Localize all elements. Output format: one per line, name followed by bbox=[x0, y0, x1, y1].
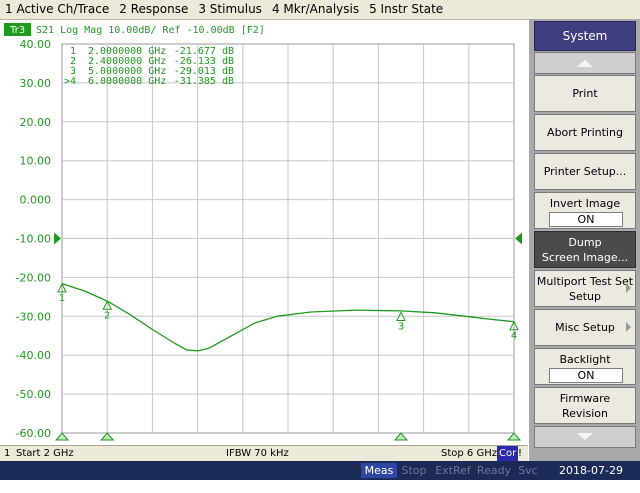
marker-label: 1 bbox=[59, 293, 65, 304]
y-tick-label: 10.00 bbox=[20, 155, 52, 168]
status-ready: Ready bbox=[476, 464, 512, 477]
marker-label: 3 bbox=[398, 321, 404, 332]
backlight-button[interactable]: Backlight ON bbox=[534, 348, 636, 385]
print-button[interactable]: Print bbox=[534, 75, 636, 112]
ref-level-right-icon bbox=[515, 232, 522, 245]
y-tick-label: -10.00 bbox=[16, 233, 51, 246]
dump-label-line1: Dump bbox=[568, 236, 602, 249]
submenu-arrow-icon bbox=[626, 322, 631, 332]
stop-frequency[interactable]: Stop 6 GHz bbox=[441, 446, 497, 461]
marker-table-id: >4 bbox=[64, 76, 76, 87]
abort-printing-label: Abort Printing bbox=[547, 126, 623, 139]
instrument-status-bar: Meas Stop ExtRef Ready Svc 2018-07-29 11… bbox=[0, 461, 640, 492]
y-tick-label: 0.000 bbox=[20, 194, 52, 207]
status-svc: Svc bbox=[518, 464, 538, 477]
y-tick-label: 40.00 bbox=[20, 38, 52, 51]
y-tick-label: -40.00 bbox=[16, 349, 51, 362]
submenu-arrow-icon bbox=[626, 283, 631, 293]
stimulus-marker-icon bbox=[54, 432, 70, 441]
status-datetime: 2018-07-29 11:24 bbox=[559, 464, 623, 492]
y-tick-label: 20.00 bbox=[20, 116, 52, 129]
softkey-menu-title: System bbox=[534, 21, 636, 51]
marker-label: 4 bbox=[511, 331, 517, 342]
menu-response[interactable]: 2 Response bbox=[114, 0, 193, 19]
softkey-scroll-down-button[interactable] bbox=[534, 426, 636, 448]
start-frequency[interactable]: Start 2 GHz bbox=[16, 446, 74, 461]
channel-number: 1 bbox=[4, 448, 11, 459]
stimulus-marker-icon bbox=[393, 432, 409, 441]
misc-setup-button[interactable]: Misc Setup bbox=[534, 309, 636, 346]
abort-printing-button[interactable]: Abort Printing bbox=[534, 114, 636, 151]
marker-label: 2 bbox=[104, 310, 110, 321]
channel-status-bar: 1 Start 2 GHz IFBW 70 kHz Stop 6 GHz Cor… bbox=[0, 445, 528, 461]
firmware-label-line1: Firmware bbox=[559, 392, 611, 405]
marker-table-frequency: 6.0000000 GHz bbox=[88, 76, 166, 87]
trace-badge-label: Tr3 bbox=[9, 25, 25, 36]
invert-image-button[interactable]: Invert Image ON bbox=[534, 192, 636, 229]
arrow-down-icon bbox=[577, 433, 593, 440]
backlight-label: Backlight bbox=[559, 353, 611, 366]
invert-image-label: Invert Image bbox=[549, 197, 621, 210]
trace-header-label: S21 Log Mag 10.00dB/ Ref -10.00dB [F2] bbox=[36, 25, 265, 36]
status-extref: ExtRef bbox=[435, 464, 471, 477]
firmware-label-line2: Revision bbox=[562, 407, 608, 420]
multiport-label-line1: Multiport Test Set bbox=[536, 275, 634, 288]
menu-instr-state[interactable]: 5 Instr State bbox=[364, 0, 448, 19]
menu-active-ch-trace[interactable]: 1 Active Ch/Trace bbox=[0, 0, 114, 19]
warning-indicator: ! bbox=[518, 448, 523, 459]
multiport-label-line2: Setup bbox=[568, 290, 602, 303]
status-meas: Meas bbox=[361, 463, 397, 478]
ref-level-left-icon bbox=[54, 232, 61, 245]
dump-label-line2: Screen Image... bbox=[541, 251, 629, 264]
arrow-up-icon bbox=[577, 60, 593, 67]
ifbw-setting[interactable]: IFBW 70 kHz bbox=[226, 446, 289, 461]
softkey-scroll-up-button[interactable] bbox=[534, 52, 636, 74]
menu-mkr-analysis[interactable]: 4 Mkr/Analysis bbox=[267, 0, 364, 19]
trace-chart: 40.00 30.00 20.00 10.00 0.000 -10.00 -20.00 -30… bbox=[4, 23, 522, 441]
invert-image-state: ON bbox=[549, 212, 623, 227]
softkey-panel: System Print Abort Printing Printer Setu… bbox=[529, 19, 640, 461]
stimulus-marker-icon bbox=[100, 432, 115, 441]
y-tick-label: -50.00 bbox=[16, 388, 51, 401]
menu-bar: 1 Active Ch/Trace 2 Response 3 Stimulus … bbox=[0, 0, 640, 20]
status-stop: Stop bbox=[401, 464, 427, 477]
misc-setup-label: Misc Setup bbox=[555, 321, 615, 334]
y-tick-label: -30.00 bbox=[16, 310, 51, 323]
print-label: Print bbox=[572, 87, 598, 100]
softkey-title-label: System bbox=[562, 29, 608, 43]
y-tick-label: -60.00 bbox=[16, 427, 51, 440]
correction-badge: Cor bbox=[497, 446, 519, 461]
printer-setup-label: Printer Setup... bbox=[543, 165, 627, 178]
dump-screen-image-button[interactable]: Dump Screen Image... bbox=[534, 231, 636, 268]
backlight-state: ON bbox=[549, 368, 623, 383]
y-tick-label: 30.00 bbox=[20, 77, 52, 90]
trace-display[interactable]: 40.00 30.00 20.00 10.00 0.000 -10.00 -20.00 -30… bbox=[0, 20, 528, 445]
stimulus-marker-icon bbox=[506, 432, 522, 441]
firmware-revision-button[interactable]: Firmware Revision bbox=[534, 387, 636, 424]
y-tick-label: -20.00 bbox=[16, 271, 51, 284]
menu-stimulus[interactable]: 3 Stimulus bbox=[193, 0, 267, 19]
multiport-test-set-setup-button[interactable]: Multiport Test Set Setup bbox=[534, 270, 636, 307]
marker-table-value: -31.385 dB bbox=[174, 76, 234, 87]
printer-setup-button[interactable]: Printer Setup... bbox=[534, 153, 636, 190]
